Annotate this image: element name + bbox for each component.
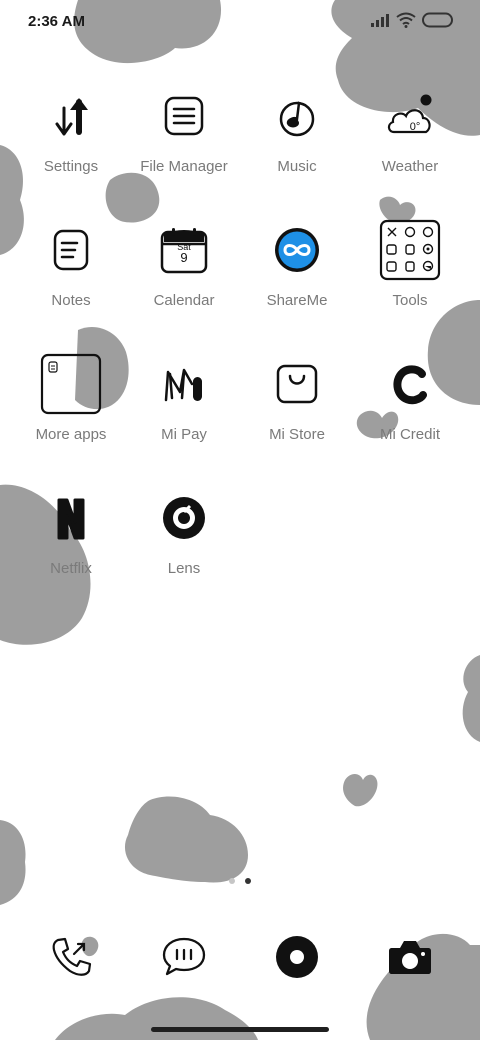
app-label-music: Music (277, 158, 317, 175)
signal-icon (371, 14, 389, 27)
home-indicator[interactable] (151, 1027, 329, 1032)
app-label-file-manager: File Manager (140, 158, 228, 175)
mi-store-bag-icon (273, 360, 321, 408)
dock (0, 925, 480, 989)
dock-camera[interactable] (350, 925, 470, 989)
app-tools-folder[interactable]: Tools (350, 219, 470, 344)
page-dot-2-active[interactable] (245, 878, 251, 884)
app-settings[interactable]: Settings (11, 90, 131, 210)
app-lens[interactable]: Lens (124, 492, 244, 612)
camera-icon (389, 941, 431, 974)
app-label-tools: Tools (392, 292, 428, 309)
app-label-notes: Notes (51, 292, 91, 309)
status-icons (370, 12, 454, 28)
dock-browser[interactable] (237, 925, 357, 989)
messages-bubble-icon (162, 937, 206, 976)
calendar-date: 9 (180, 250, 188, 265)
app-mi-credit[interactable]: Mi Credit (350, 358, 470, 478)
shareme-infinity-icon (273, 226, 321, 274)
music-note-icon (273, 92, 321, 140)
app-label-weather: Weather (381, 158, 439, 175)
app-label-mi-store: Mi Store (269, 426, 325, 443)
app-label-lens: Lens (167, 560, 201, 577)
app-label-netflix: Netflix (50, 560, 92, 577)
app-mi-pay[interactable]: Mi Pay (124, 358, 244, 478)
more-apps-folder-icon (39, 352, 103, 416)
app-label-more-apps: More apps (35, 426, 107, 443)
app-label-settings: Settings (43, 158, 99, 175)
battery-icon (422, 12, 453, 28)
page-indicator (0, 878, 480, 888)
app-label-mi-credit: Mi Credit (379, 426, 440, 443)
file-manager-icon (160, 92, 208, 140)
netflix-n-icon (47, 494, 95, 542)
page-dot-1[interactable] (229, 878, 235, 884)
dock-phone[interactable] (11, 925, 131, 989)
app-mi-store[interactable]: Mi Store (237, 358, 357, 478)
status-bar: 2:36 AM (0, 0, 480, 44)
app-weather[interactable]: 0° Weather (350, 90, 470, 210)
dock-messages[interactable] (124, 925, 244, 989)
status-time: 2:36 AM (28, 13, 85, 30)
app-calendar[interactable]: Sat 9 Calendar (124, 224, 244, 344)
app-music[interactable]: Music (237, 90, 357, 210)
app-notes[interactable]: Notes (11, 224, 131, 344)
lens-icon (160, 494, 208, 542)
phone-icon (52, 937, 92, 976)
browser-circle-icon (276, 936, 318, 978)
mi-credit-icon (386, 360, 434, 408)
app-more-apps-folder[interactable]: More apps (11, 353, 131, 478)
app-shareme[interactable]: ShareMe (237, 224, 357, 344)
app-label-shareme: ShareMe (266, 292, 328, 309)
app-file-manager[interactable]: File Manager (124, 90, 244, 210)
app-label-calendar: Calendar (153, 292, 215, 309)
notes-icon (47, 226, 95, 274)
mi-pay-icon (160, 360, 208, 408)
weather-temperature: 0° (409, 121, 421, 133)
settings-arrows-icon (47, 92, 95, 140)
app-label-mi-pay: Mi Pay (161, 426, 207, 443)
app-netflix[interactable]: Netflix (11, 492, 131, 612)
tools-folder-icon (378, 218, 442, 282)
wifi-icon (396, 12, 416, 28)
